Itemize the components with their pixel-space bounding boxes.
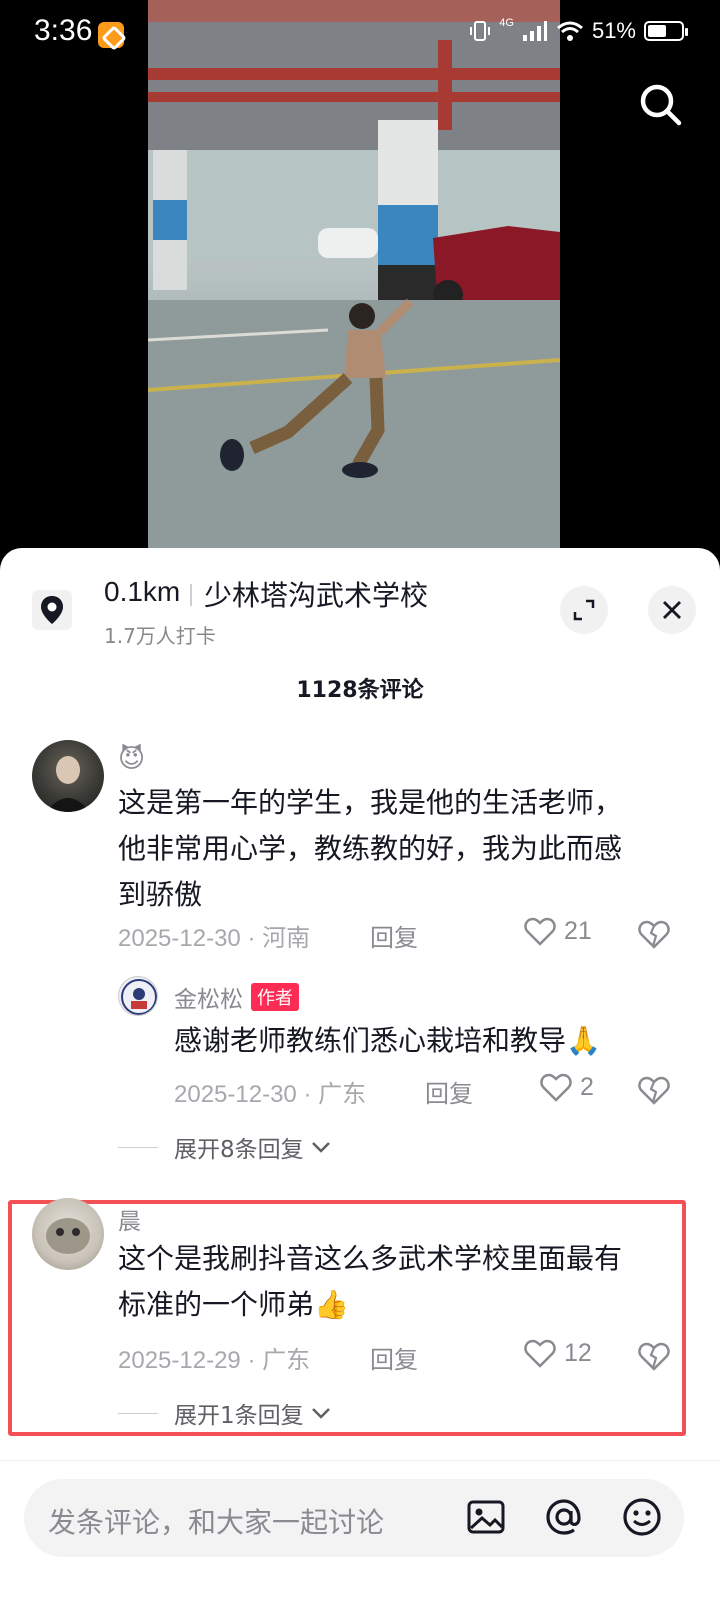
at-icon[interactable] — [542, 1495, 586, 1539]
wifi-icon — [556, 21, 583, 41]
comment-username[interactable]: 😈 — [118, 744, 145, 774]
screen: 3:36 4G 51% 0.1km 少林塔沟武术学校 1.7万人打卡 1128条… — [0, 0, 720, 1600]
like-button[interactable]: 2 — [540, 1072, 594, 1102]
expand-divider — [118, 1146, 158, 1148]
comment-meta: 2025-12-30 · 河南 — [118, 918, 310, 953]
image-icon[interactable] — [464, 1495, 508, 1539]
network-type: 4G — [499, 17, 514, 29]
close-icon — [663, 601, 681, 619]
video-player[interactable] — [148, 0, 560, 550]
comment-username[interactable]: 晨 — [118, 1202, 141, 1236]
comment-count: 1128条评论 — [296, 678, 424, 703]
location-pin-icon — [32, 590, 72, 630]
like-count: 2 — [580, 1072, 594, 1101]
chevron-down-icon — [311, 1142, 330, 1153]
chevron-down-icon — [311, 1408, 330, 1419]
broken-heart-icon[interactable] — [638, 918, 670, 950]
reply-region: 广东 — [318, 1081, 367, 1108]
reply-avatar[interactable] — [118, 976, 158, 1016]
close-button[interactable] — [648, 586, 696, 634]
heart-icon — [524, 917, 556, 946]
reply-button[interactable]: 回复 — [370, 1340, 418, 1375]
expand-replies-button[interactable]: 展开1条回复 — [118, 1396, 332, 1430]
location-distance[interactable]: 0.1km — [104, 576, 180, 608]
comment-input-placeholder: 发条评论，和大家一起讨论 — [48, 1506, 385, 1539]
status-indicators: 4G 51% — [469, 17, 688, 44]
comment-input[interactable]: 发条评论，和大家一起讨论 — [24, 1479, 684, 1557]
like-count: 21 — [564, 916, 592, 945]
location-checkins: 1.7万人打卡 — [104, 624, 216, 648]
expand-icon — [573, 599, 595, 621]
reply-date: 2025-12-30 — [174, 1081, 297, 1108]
expand-replies-button[interactable]: 展开8条回复 — [118, 1130, 332, 1164]
meta-separator: · — [303, 1081, 319, 1108]
avatar[interactable] — [32, 740, 104, 812]
comment-text-line: 到骄傲 — [118, 878, 203, 911]
location-divider — [190, 584, 192, 606]
comment-meta: 2025-12-29 · 广东 — [118, 1340, 310, 1375]
expand-divider — [118, 1412, 158, 1414]
broken-heart-icon[interactable] — [638, 1340, 670, 1372]
expand-replies-label: 展开1条回复 — [174, 1403, 304, 1429]
broken-heart-icon[interactable] — [638, 1074, 670, 1106]
meta-separator: · — [247, 925, 263, 952]
like-button[interactable]: 21 — [524, 916, 592, 946]
video-frame — [148, 0, 560, 550]
comment-region: 广东 — [262, 1347, 311, 1374]
emoji-icon[interactable] — [620, 1495, 664, 1539]
comment-region: 河南 — [262, 925, 311, 952]
signal-icon — [522, 21, 547, 41]
like-count: 12 — [564, 1338, 592, 1367]
battery-icon — [644, 21, 688, 41]
comment-input-bar: 发条评论，和大家一起讨论 — [0, 1460, 720, 1600]
status-time: 3:36 — [34, 14, 93, 47]
reply-button[interactable]: 回复 — [425, 1074, 473, 1109]
reply-text: 感谢老师教练们悉心栽培和教导🙏 — [174, 1024, 601, 1057]
app-notification-icon — [98, 22, 124, 48]
comment-date: 2025-12-30 — [118, 925, 241, 952]
avatar[interactable] — [32, 1198, 104, 1270]
reply-button[interactable]: 回复 — [370, 918, 418, 953]
comment-date: 2025-12-29 — [118, 1347, 241, 1374]
comment-text-line: 他非常用心学，教练教的好，我为此而感 — [118, 832, 623, 865]
reply-meta: 2025-12-30 · 广东 — [174, 1074, 366, 1109]
comment-text-line: 标准的一个师弟👍 — [118, 1288, 349, 1321]
vibrate-icon — [470, 21, 491, 41]
meta-separator: · — [247, 1347, 263, 1374]
like-button[interactable]: 12 — [524, 1338, 592, 1368]
comment-text-line: 这个是我刷抖音这么多武术学校里面最有 — [118, 1242, 623, 1275]
comments-sheet: 0.1km 少林塔沟武术学校 1.7万人打卡 1128条评论 😈 这是第一年的学… — [0, 548, 720, 1600]
comment-text: 这是第一年的学生，我是他的生活老师， 他非常用心学，教练教的好，我为此而感 到骄… — [118, 780, 678, 918]
reply-username-text: 金松松 — [174, 987, 243, 1013]
heart-icon — [524, 1339, 556, 1368]
status-bar: 3:36 4G 51% — [0, 0, 720, 70]
heart-icon — [540, 1073, 572, 1102]
comment-text: 这个是我刷抖音这么多武术学校里面最有 标准的一个师弟👍 — [118, 1236, 678, 1328]
comment-text-line: 这是第一年的学生，我是他的生活老师， — [118, 786, 623, 819]
battery-percent: 51% — [591, 18, 636, 43]
author-badge: 作者 — [251, 983, 299, 1011]
reply-username[interactable]: 金松松 作者 — [174, 980, 299, 1014]
expand-replies-label: 展开8条回复 — [174, 1137, 304, 1163]
location-name[interactable]: 少林塔沟武术学校 — [204, 574, 428, 614]
expand-button[interactable] — [560, 586, 608, 634]
search-icon[interactable] — [636, 80, 684, 128]
